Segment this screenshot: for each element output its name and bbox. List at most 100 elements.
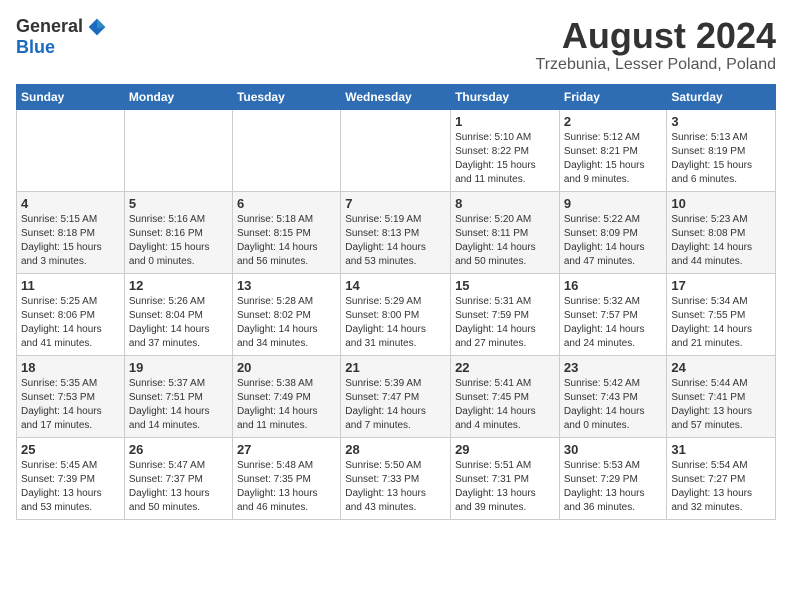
week-row-2: 4Sunrise: 5:15 AM Sunset: 8:18 PM Daylig…	[17, 191, 776, 273]
day-number: 22	[455, 360, 555, 375]
day-info: Sunrise: 5:31 AM Sunset: 7:59 PM Dayligh…	[455, 295, 555, 351]
logo: General Blue	[16, 16, 107, 58]
day-info: Sunrise: 5:12 AM Sunset: 8:21 PM Dayligh…	[564, 131, 663, 187]
day-cell: 31Sunrise: 5:54 AM Sunset: 7:27 PM Dayli…	[667, 437, 776, 519]
day-number: 16	[564, 278, 663, 293]
day-cell: 27Sunrise: 5:48 AM Sunset: 7:35 PM Dayli…	[232, 437, 340, 519]
day-number: 6	[237, 196, 336, 211]
day-number: 28	[345, 442, 446, 457]
day-cell: 21 Sunrise: 5:39 AM Sunset: 7:47 PM Dayli…	[341, 355, 451, 437]
day-info: Sunrise: 5:20 AM Sunset: 8:11 PM Dayligh…	[455, 213, 555, 269]
day-number: 29	[455, 442, 555, 457]
day-info: Sunrise: 5:51 AM Sunset: 7:31 PM Dayligh…	[455, 459, 555, 515]
day-cell	[124, 109, 232, 191]
day-info: Sunrise: 5:34 AM Sunset: 7:55 PM Dayligh…	[671, 295, 771, 351]
calendar-title: August 2024	[536, 16, 776, 56]
day-info: Sunrise: 5:13 AM Sunset: 8:19 PM Dayligh…	[671, 131, 771, 187]
week-row-3: 11 Sunrise: 5:25 AM Sunset: 8:06 PM Dayli…	[17, 273, 776, 355]
day-number: 14	[345, 278, 446, 293]
logo-general: General	[16, 16, 83, 37]
week-row-1: 1Sunrise: 5:10 AM Sunset: 8:22 PM Daylig…	[17, 109, 776, 191]
day-cell: 25Sunrise: 5:45 AM Sunset: 7:39 PM Dayli…	[17, 437, 125, 519]
day-cell: 5Sunrise: 5:16 AM Sunset: 8:16 PM Daylig…	[124, 191, 232, 273]
day-info: Sunrise: 5:53 AM Sunset: 7:29 PM Dayligh…	[564, 459, 663, 515]
day-cell: 12Sunrise: 5:26 AM Sunset: 8:04 PM Dayli…	[124, 273, 232, 355]
day-cell: 19 Sunrise: 5:37 AM Sunset: 7:51 PM Dayli…	[124, 355, 232, 437]
day-cell: 30 Sunrise: 5:53 AM Sunset: 7:29 PM Dayli…	[559, 437, 667, 519]
day-cell: 28Sunrise: 5:50 AM Sunset: 7:33 PM Dayli…	[341, 437, 451, 519]
day-cell: 3 Sunrise: 5:13 AM Sunset: 8:19 PM Daylig…	[667, 109, 776, 191]
day-cell: 18 Sunrise: 5:35 AM Sunset: 7:53 PM Dayli…	[17, 355, 125, 437]
day-cell: 1Sunrise: 5:10 AM Sunset: 8:22 PM Daylig…	[451, 109, 560, 191]
logo-icon	[87, 17, 107, 37]
day-cell: 4Sunrise: 5:15 AM Sunset: 8:18 PM Daylig…	[17, 191, 125, 273]
day-cell: 24Sunrise: 5:44 AM Sunset: 7:41 PM Dayli…	[667, 355, 776, 437]
day-cell: 9Sunrise: 5:22 AM Sunset: 8:09 PM Daylig…	[559, 191, 667, 273]
day-info: Sunrise: 5:23 AM Sunset: 8:08 PM Dayligh…	[671, 213, 771, 269]
day-number: 11	[21, 278, 120, 293]
day-info: Sunrise: 5:37 AM Sunset: 7:51 PM Dayligh…	[129, 377, 228, 433]
day-cell: 29 Sunrise: 5:51 AM Sunset: 7:31 PM Dayli…	[451, 437, 560, 519]
day-cell: 6 Sunrise: 5:18 AM Sunset: 8:15 PM Daylig…	[232, 191, 340, 273]
day-cell: 15Sunrise: 5:31 AM Sunset: 7:59 PM Dayli…	[451, 273, 560, 355]
calendar-header-row: SundayMondayTuesdayWednesdayThursdayFrid…	[17, 84, 776, 109]
day-cell: 10 Sunrise: 5:23 AM Sunset: 8:08 PM Dayli…	[667, 191, 776, 273]
day-number: 24	[671, 360, 771, 375]
title-section: August 2024 Trzebunia, Lesser Poland, Po…	[536, 16, 776, 74]
day-number: 18	[21, 360, 120, 375]
day-cell: 17 Sunrise: 5:34 AM Sunset: 7:55 PM Dayli…	[667, 273, 776, 355]
day-info: Sunrise: 5:22 AM Sunset: 8:09 PM Dayligh…	[564, 213, 663, 269]
header-day-thursday: Thursday	[451, 84, 560, 109]
day-number: 23	[564, 360, 663, 375]
day-number: 7	[345, 196, 446, 211]
week-row-5: 25Sunrise: 5:45 AM Sunset: 7:39 PM Dayli…	[17, 437, 776, 519]
day-number: 10	[671, 196, 771, 211]
day-cell	[17, 109, 125, 191]
calendar-subtitle: Trzebunia, Lesser Poland, Poland	[536, 56, 776, 74]
day-number: 2	[564, 114, 663, 129]
day-number: 8	[455, 196, 555, 211]
day-number: 5	[129, 196, 228, 211]
day-cell: 7 Sunrise: 5:19 AM Sunset: 8:13 PM Daylig…	[341, 191, 451, 273]
day-number: 26	[129, 442, 228, 457]
day-info: Sunrise: 5:29 AM Sunset: 8:00 PM Dayligh…	[345, 295, 446, 351]
header: General Blue August 2024 Trzebunia, Less…	[16, 16, 776, 74]
day-info: Sunrise: 5:19 AM Sunset: 8:13 PM Dayligh…	[345, 213, 446, 269]
day-number: 19	[129, 360, 228, 375]
week-row-4: 18 Sunrise: 5:35 AM Sunset: 7:53 PM Dayli…	[17, 355, 776, 437]
day-info: Sunrise: 5:48 AM Sunset: 7:35 PM Dayligh…	[237, 459, 336, 515]
logo-blue: Blue	[16, 37, 55, 58]
day-number: 17	[671, 278, 771, 293]
day-info: Sunrise: 5:28 AM Sunset: 8:02 PM Dayligh…	[237, 295, 336, 351]
day-number: 21	[345, 360, 446, 375]
day-cell: 20 Sunrise: 5:38 AM Sunset: 7:49 PM Dayli…	[232, 355, 340, 437]
day-cell: 14 Sunrise: 5:29 AM Sunset: 8:00 PM Dayli…	[341, 273, 451, 355]
day-cell: 16 Sunrise: 5:32 AM Sunset: 7:57 PM Dayli…	[559, 273, 667, 355]
day-cell: 8 Sunrise: 5:20 AM Sunset: 8:11 PM Daylig…	[451, 191, 560, 273]
day-info: Sunrise: 5:38 AM Sunset: 7:49 PM Dayligh…	[237, 377, 336, 433]
day-number: 25	[21, 442, 120, 457]
day-number: 30	[564, 442, 663, 457]
day-cell: 13 Sunrise: 5:28 AM Sunset: 8:02 PM Dayli…	[232, 273, 340, 355]
day-info: Sunrise: 5:39 AM Sunset: 7:47 PM Dayligh…	[345, 377, 446, 433]
day-cell	[341, 109, 451, 191]
day-number: 3	[671, 114, 771, 129]
header-day-monday: Monday	[124, 84, 232, 109]
day-number: 20	[237, 360, 336, 375]
header-day-saturday: Saturday	[667, 84, 776, 109]
day-info: Sunrise: 5:25 AM Sunset: 8:06 PM Dayligh…	[21, 295, 120, 351]
day-info: Sunrise: 5:32 AM Sunset: 7:57 PM Dayligh…	[564, 295, 663, 351]
day-info: Sunrise: 5:26 AM Sunset: 8:04 PM Dayligh…	[129, 295, 228, 351]
day-cell: 11 Sunrise: 5:25 AM Sunset: 8:06 PM Dayli…	[17, 273, 125, 355]
header-day-friday: Friday	[559, 84, 667, 109]
day-number: 13	[237, 278, 336, 293]
day-info: Sunrise: 5:18 AM Sunset: 8:15 PM Dayligh…	[237, 213, 336, 269]
header-day-sunday: Sunday	[17, 84, 125, 109]
day-number: 1	[455, 114, 555, 129]
day-cell	[232, 109, 340, 191]
header-day-wednesday: Wednesday	[341, 84, 451, 109]
day-info: Sunrise: 5:35 AM Sunset: 7:53 PM Dayligh…	[21, 377, 120, 433]
day-info: Sunrise: 5:42 AM Sunset: 7:43 PM Dayligh…	[564, 377, 663, 433]
calendar-table: SundayMondayTuesdayWednesdayThursdayFrid…	[16, 84, 776, 520]
day-number: 4	[21, 196, 120, 211]
